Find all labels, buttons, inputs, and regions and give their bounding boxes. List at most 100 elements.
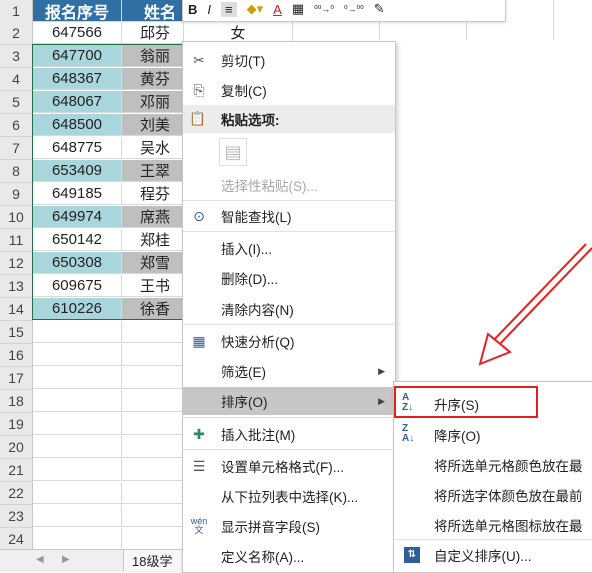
id-cell[interactable]: 648367 [33, 68, 122, 90]
row-header[interactable]: 14 [0, 298, 33, 321]
id-cell[interactable]: 647700 [33, 45, 122, 67]
empty-cell[interactable] [122, 390, 184, 412]
name-cell[interactable]: 刘美 [122, 114, 184, 136]
row-header[interactable]: 24 [0, 528, 33, 551]
empty-cell[interactable] [122, 459, 184, 481]
tab-scroll-left-icon[interactable]: ◀ [36, 554, 44, 565]
id-cell[interactable]: 610226 [33, 298, 122, 320]
bold-button[interactable]: B [188, 2, 197, 17]
empty-cell[interactable] [33, 482, 122, 504]
row-header[interactable]: 17 [0, 367, 33, 390]
menu-item-copy[interactable]: ⎘ 复制(C) [183, 76, 395, 104]
empty-cell[interactable] [122, 436, 184, 458]
align-center-button[interactable]: ≡ [221, 1, 237, 17]
id-cell[interactable]: 648067 [33, 91, 122, 113]
menu-item-paste-special[interactable]: 选择性粘贴(S)... [183, 171, 395, 199]
id-cell[interactable]: 609675 [33, 275, 122, 297]
empty-cell[interactable] [33, 459, 122, 481]
empty-cell[interactable] [33, 413, 122, 435]
menu-item-smart-lookup[interactable]: ⊙ 智能查找(L) [183, 202, 395, 230]
id-cell[interactable]: 648775 [33, 137, 122, 159]
row-header[interactable]: 13 [0, 275, 33, 298]
format-painter-icon[interactable]: ✎ [374, 1, 385, 17]
header-cell-id[interactable]: 报名序号 [33, 0, 122, 22]
paste-clipboard-icon[interactable]: ▤ [219, 138, 247, 166]
name-cell[interactable]: 邱芬 [122, 22, 184, 44]
submenu-item-descending[interactable]: Z A↓ 降序(O) [394, 420, 592, 450]
menu-item-delete[interactable]: 删除(D)... [183, 264, 395, 292]
borders-button[interactable]: ▦ [292, 1, 304, 17]
submenu-item-custom-sort[interactable]: ⇅ 自定义排序(U)... [394, 540, 592, 570]
empty-cell[interactable] [122, 413, 184, 435]
menu-item-insert[interactable]: 插入(I)... [183, 234, 395, 262]
submenu-item-icon-first[interactable]: 将所选单元格图标放在最 [394, 510, 592, 540]
name-cell[interactable]: 王书 [122, 275, 184, 297]
name-cell[interactable]: 席燕 [122, 206, 184, 228]
row-header[interactable]: 21 [0, 459, 33, 482]
name-cell[interactable]: 邓丽 [122, 91, 184, 113]
row-header[interactable]: 5 [0, 91, 33, 114]
sheet-tab[interactable]: 18级学 [123, 550, 181, 571]
name-cell[interactable]: 王翠 [122, 160, 184, 182]
id-cell[interactable]: 649974 [33, 206, 122, 228]
increase-decimal-button[interactable]: ⁰⁰→⁰ [314, 4, 334, 15]
row-header[interactable]: 6 [0, 114, 33, 137]
name-cell[interactable]: 翁丽 [122, 45, 184, 67]
name-cell[interactable]: 徐香 [122, 298, 184, 320]
row-header[interactable]: 1 [0, 0, 33, 23]
menu-item-pick-from-list[interactable]: 从下拉列表中选择(K)... [183, 482, 395, 510]
empty-cell[interactable] [33, 436, 122, 458]
empty-cell[interactable] [33, 390, 122, 412]
empty-cell[interactable] [33, 321, 122, 343]
empty-cell[interactable] [122, 321, 184, 343]
row-header[interactable]: 20 [0, 436, 33, 459]
name-cell[interactable]: 黄芬 [122, 68, 184, 90]
empty-cell[interactable] [122, 505, 184, 527]
row-header[interactable]: 19 [0, 413, 33, 436]
menu-item-filter[interactable]: 筛选(E) ▶ [183, 357, 395, 385]
empty-cell[interactable] [33, 505, 122, 527]
row-header[interactable]: 18 [0, 390, 33, 413]
font-color-button[interactable]: A [273, 2, 282, 17]
menu-item-cut[interactable]: ✂ 剪切(T) [183, 46, 395, 74]
menu-item-quick-analysis[interactable]: ▦ 快速分析(Q) [183, 327, 395, 355]
submenu-item-cell-color-first[interactable]: 将所选单元格颜色放在最 [394, 450, 592, 480]
empty-cell[interactable] [33, 344, 122, 366]
id-cell[interactable]: 650142 [33, 229, 122, 251]
row-header[interactable]: 4 [0, 68, 33, 91]
menu-item-sort[interactable]: 排序(O) ▶ [183, 387, 395, 415]
menu-item-insert-comment[interactable]: ✚ 插入批注(M) [183, 420, 395, 448]
row-header[interactable]: 12 [0, 252, 33, 275]
name-cell[interactable]: 程芬 [122, 183, 184, 205]
decrease-decimal-button[interactable]: ⁰→⁰⁰ [344, 4, 364, 15]
empty-cell[interactable] [33, 367, 122, 389]
id-cell[interactable]: 648500 [33, 114, 122, 136]
submenu-item-font-color-first[interactable]: 将所选字体颜色放在最前 [394, 480, 592, 510]
menu-item-format-cells[interactable]: ☰ 设置单元格格式(F)... [183, 452, 395, 480]
empty-cell[interactable] [122, 482, 184, 504]
fill-color-button[interactable]: ◆▾ [247, 1, 264, 17]
id-cell[interactable]: 653409 [33, 160, 122, 182]
header-cell-name[interactable]: 姓名 [122, 0, 184, 22]
menu-item-clear-contents[interactable]: 清除内容(N) [183, 295, 395, 323]
id-cell[interactable]: 650308 [33, 252, 122, 274]
row-header[interactable]: 7 [0, 137, 33, 160]
empty-cell[interactable] [122, 344, 184, 366]
row-header[interactable]: 2 [0, 22, 33, 45]
row-header[interactable]: 9 [0, 183, 33, 206]
row-header[interactable]: 10 [0, 206, 33, 229]
empty-cell[interactable] [122, 367, 184, 389]
row-header[interactable]: 11 [0, 229, 33, 252]
row-header[interactable]: 23 [0, 505, 33, 528]
id-cell[interactable]: 647566 [33, 22, 122, 44]
name-cell[interactable]: 郑桂 [122, 229, 184, 251]
row-header[interactable]: 22 [0, 482, 33, 505]
id-cell[interactable]: 649185 [33, 183, 122, 205]
row-header[interactable]: 8 [0, 160, 33, 183]
name-cell[interactable]: 郑雪 [122, 252, 184, 274]
row-header[interactable]: 15 [0, 321, 33, 344]
row-header[interactable]: 3 [0, 45, 33, 68]
empty-cell[interactable] [33, 528, 122, 550]
empty-cell[interactable] [122, 528, 184, 550]
row-header[interactable]: 16 [0, 344, 33, 367]
